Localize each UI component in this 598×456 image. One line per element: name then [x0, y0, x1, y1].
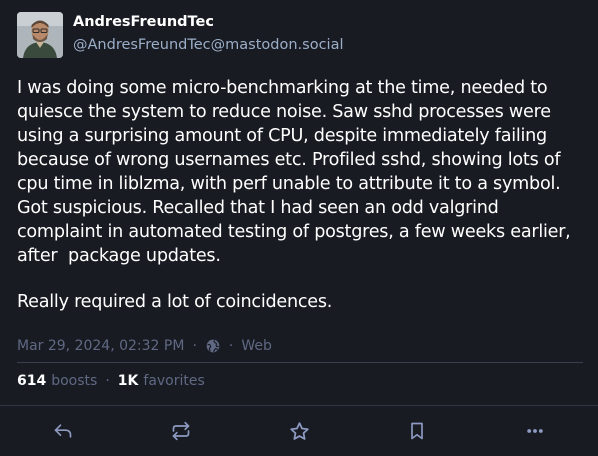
- account-handle[interactable]: @AndresFreundTec@mastodon.social: [73, 35, 344, 55]
- status-application: Web: [241, 338, 272, 354]
- meta-separator: ·: [192, 338, 197, 354]
- counts-separator: ·: [105, 373, 110, 389]
- reply-icon: [54, 424, 72, 438]
- action-bar: [0, 406, 598, 456]
- bookmark-icon: [411, 422, 423, 440]
- boost-icon: [172, 421, 190, 441]
- star-icon: [289, 421, 309, 440]
- meta-separator: ·: [228, 338, 234, 354]
- favorite-button[interactable]: [269, 408, 329, 454]
- status-content: I was doing some micro-benchmarking at t…: [17, 76, 583, 336]
- favorites-label[interactable]: favorites: [143, 371, 204, 391]
- boost-button[interactable]: [151, 408, 211, 454]
- globe-icon: [205, 338, 221, 354]
- boosts-label[interactable]: boosts: [51, 371, 97, 391]
- reply-button[interactable]: [33, 408, 93, 454]
- boosts-count[interactable]: 614: [17, 371, 46, 391]
- status-timestamp[interactable]: Mar 29, 2024, 02:32 PM: [17, 336, 184, 356]
- avatar[interactable]: [17, 12, 63, 58]
- status-paragraph: I was doing some micro-benchmarking at t…: [17, 78, 576, 266]
- divider: [17, 362, 583, 363]
- favorites-count[interactable]: 1K: [118, 371, 139, 391]
- account-header[interactable]: AndresFreundTec @AndresFreundTec@mastodo…: [17, 12, 344, 58]
- bookmark-button[interactable]: [387, 408, 447, 454]
- display-name[interactable]: AndresFreundTec: [73, 12, 344, 32]
- account-names: AndresFreundTec @AndresFreundTec@mastodo…: [73, 14, 344, 55]
- more-button[interactable]: [505, 408, 565, 454]
- status-paragraph: Really required a lot of coincidences.: [17, 292, 333, 312]
- status-detail: AndresFreundTec @AndresFreundTec@mastodo…: [0, 0, 598, 456]
- avatar-image: [17, 12, 63, 58]
- status-meta: Mar 29, 2024, 02:32 PM · · Web: [17, 336, 272, 356]
- more-icon: [527, 429, 543, 433]
- status-counts: 614 boosts · 1K favorites: [17, 371, 205, 391]
